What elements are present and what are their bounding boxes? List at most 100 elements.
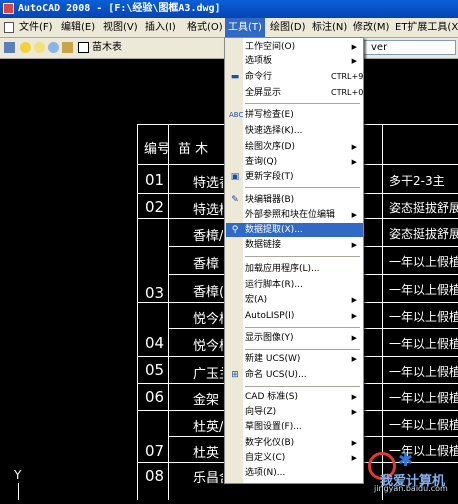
menu-item-spelling[interactable]: ABC 拼写检查(E): [226, 108, 363, 122]
submenu-arrow-icon: ▶: [351, 454, 357, 462]
plant-note: 一年以上假植: [389, 365, 458, 379]
menu-view[interactable]: 视图(V): [100, 18, 141, 37]
menu-item-workspaces[interactable]: 工作空间(O) ▶: [226, 40, 363, 54]
menu-draw[interactable]: 绘图(D): [267, 18, 309, 37]
menu-separator: [245, 349, 360, 350]
lock-icon[interactable]: [62, 42, 73, 53]
menu-separator: [245, 386, 360, 387]
menu-item-xref-edit[interactable]: 外部参照和块在位编辑 ▶: [226, 208, 363, 222]
menu-item-clean-screen[interactable]: 全屏显示 CTRL+0: [226, 86, 363, 100]
menu-dimension[interactable]: 标注(N): [309, 18, 350, 37]
tools-menu: 工作空间(O) ▶ 选项板 ▶ ▬ 命令行 CTRL+9 全屏显示 CTRL+0…: [224, 37, 364, 484]
window-title: AutoCAD 2008 - [F:\经验\图框A3.dwg]: [18, 3, 221, 14]
menu-item-display-image[interactable]: 显示图像(Y) ▶: [226, 331, 363, 345]
plant-name: 悦今桂: [193, 312, 223, 327]
menu-edit[interactable]: 编辑(E): [58, 18, 98, 37]
layer-manager-icon[interactable]: [4, 42, 15, 53]
plant-note: 一年以上假植: [389, 283, 458, 297]
document-icon[interactable]: [4, 22, 14, 33]
plant-name: 杜英/: [193, 420, 223, 435]
menu-item-draw-order[interactable]: 绘图次序(D) ▶: [226, 140, 363, 154]
menu-item-data-links[interactable]: 数据链接 ▶: [226, 238, 363, 252]
plant-note: 一年以上假植: [389, 391, 458, 405]
menu-item-new-ucs[interactable]: 新建 UCS(W) ▶: [226, 352, 363, 366]
menu-format[interactable]: 格式(O): [184, 18, 226, 37]
menu-item-wizards[interactable]: 向导(Z) ▶: [226, 405, 363, 419]
layer-color-icon[interactable]: [78, 42, 89, 53]
plant-name: 特选桃: [193, 203, 223, 218]
menu-separator: [245, 103, 360, 104]
freeze-icon[interactable]: [48, 42, 59, 53]
menu-item-run-script[interactable]: 运行脚本(R)...: [226, 278, 363, 292]
submenu-arrow-icon: ▶: [351, 334, 357, 342]
menu-separator: [245, 187, 360, 188]
menu-item-palettes[interactable]: 选项板 ▶: [226, 54, 363, 68]
autocad-app-icon[interactable]: [3, 3, 14, 14]
submenu-arrow-icon: ▶: [351, 393, 357, 401]
menu-separator: [245, 327, 360, 328]
menu-item-options[interactable]: 选项(N)...: [226, 466, 363, 480]
header-number: 编号: [144, 142, 171, 157]
plant-name: 香樟/: [193, 229, 223, 244]
menu-item-data-extraction[interactable]: ⚲ 数据提取(X)...: [226, 223, 363, 237]
menu-tools[interactable]: 工具(T): [225, 18, 265, 37]
menu-item-named-ucs[interactable]: ⊞ 命名 UCS(U)...: [226, 368, 363, 382]
row-number: 01: [145, 171, 165, 189]
menu-item-load-application[interactable]: 加载应用程序(L)...: [226, 262, 363, 276]
menu-et-tools[interactable]: ET扩展工具(X): [392, 18, 458, 37]
menu-file[interactable]: 文件(F): [16, 18, 56, 37]
title-bar: AutoCAD 2008 - [F:\经验\图框A3.dwg]: [0, 0, 458, 18]
plant-note: 一年以上假植: [389, 418, 458, 432]
paw-icon: ✱: [398, 450, 414, 471]
menu-bar: 文件(F) 编辑(E) 视图(V) 插入(I) 格式(O) 工具(T) 绘图(D…: [0, 18, 458, 38]
submenu-arrow-icon: ▶: [351, 143, 357, 151]
submenu-arrow-icon: ▶: [351, 211, 357, 219]
menu-item-command-line[interactable]: ▬ 命令行 CTRL+9: [226, 70, 364, 84]
menu-item-macro[interactable]: 宏(A) ▶: [226, 293, 363, 307]
command-line-icon: ▬: [230, 72, 240, 82]
submenu-arrow-icon: ▶: [351, 312, 357, 320]
data-extraction-icon: ⚲: [231, 225, 239, 235]
menu-item-drafting-settings[interactable]: 草图设置(F)...: [226, 420, 363, 434]
row-number: 07: [145, 442, 165, 460]
row-number: 04: [145, 334, 165, 352]
menu-item-update-fields[interactable]: ▣ 更新字段(T): [226, 170, 363, 184]
plant-note: 一年以上假植: [389, 255, 458, 269]
submenu-arrow-icon: ▶: [351, 408, 357, 416]
sun-icon[interactable]: [34, 42, 45, 53]
submenu-arrow-icon: ▶: [351, 355, 357, 363]
menu-item-quick-select[interactable]: 快速选择(K)...: [226, 124, 363, 138]
row-number: 08: [145, 467, 165, 485]
plant-note: 姿态挺拔舒展: [389, 201, 458, 215]
menu-item-autolisp[interactable]: AutoLISP(I) ▶: [226, 309, 363, 323]
menu-item-tablet[interactable]: 数字化仪(B) ▶: [226, 436, 363, 450]
menu-item-block-editor[interactable]: ✎ 块编辑器(B): [226, 193, 363, 207]
ucs-y-axis: [18, 483, 19, 500]
plant-name: 乐昌含: [193, 471, 223, 486]
submenu-arrow-icon: ▶: [351, 43, 357, 51]
layer-name[interactable]: 苗木表: [92, 41, 122, 54]
menu-modify[interactable]: 修改(M): [350, 18, 392, 37]
plant-name: 杜英: [193, 446, 220, 461]
submenu-arrow-icon: ▶: [351, 241, 357, 249]
menu-separator: [245, 256, 360, 257]
header-plant: 苗 木: [178, 142, 209, 157]
spellcheck-icon: ABC: [229, 111, 244, 119]
submenu-arrow-icon: ▶: [351, 158, 357, 166]
row-number: 03: [145, 284, 165, 302]
block-editor-icon: ✎: [231, 195, 239, 205]
row-number: 05: [145, 361, 165, 379]
plant-note: 一年以上假植: [389, 337, 458, 351]
menu-item-customize[interactable]: 自定义(C) ▶: [226, 451, 363, 465]
menu-insert[interactable]: 插入(I): [142, 18, 179, 37]
lightbulb-icon[interactable]: [20, 42, 31, 53]
submenu-arrow-icon: ▶: [351, 57, 357, 65]
plant-name: 香樟(: [193, 285, 223, 300]
menu-item-inquiry[interactable]: 查询(Q) ▶: [226, 155, 363, 169]
plant-name: 悦今桂: [193, 339, 223, 354]
plant-name: 广玉兰: [193, 367, 223, 382]
plant-name: 特选香: [193, 176, 223, 191]
row-number: 06: [145, 388, 165, 406]
menu-item-cad-standards[interactable]: CAD 标准(S) ▶: [226, 390, 363, 404]
submenu-arrow-icon: ▶: [351, 296, 357, 304]
